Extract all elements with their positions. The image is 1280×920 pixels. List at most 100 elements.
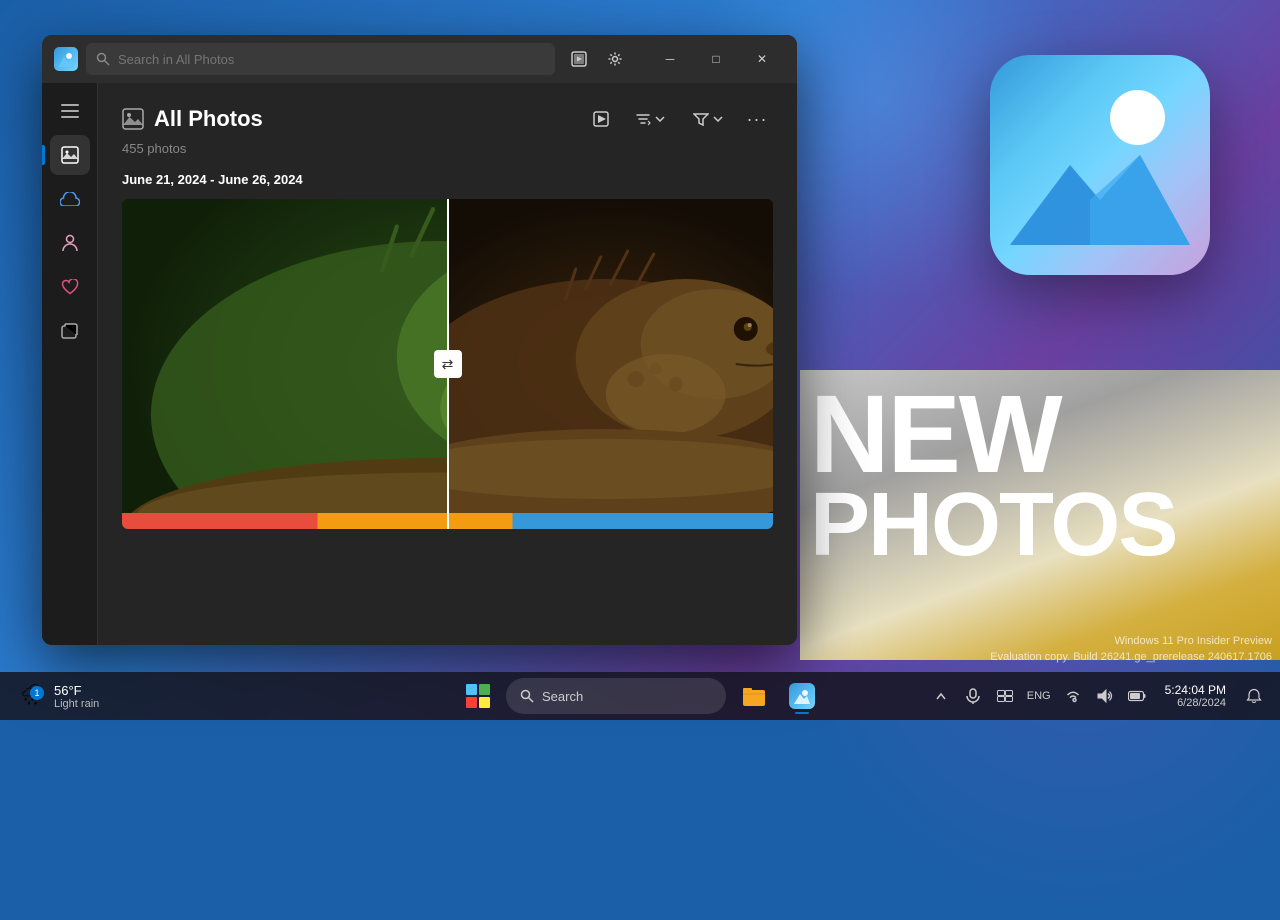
filter-icon [693, 111, 709, 127]
title-bar-actions [563, 43, 631, 75]
sort-button[interactable] [625, 103, 675, 135]
app-icon-small [54, 47, 78, 71]
play-slideshow-button[interactable] [585, 103, 617, 135]
sidebar-item-menu[interactable] [50, 91, 90, 131]
notification-button[interactable] [1240, 682, 1268, 710]
logo-q3 [466, 697, 477, 708]
taskbar-search-text: Search [542, 689, 583, 704]
page-title: All Photos [154, 106, 263, 132]
cloud-icon [60, 192, 80, 206]
comparison-handle[interactable]: ⇄ [434, 350, 462, 378]
tray-taskview[interactable] [991, 682, 1019, 710]
hamburger-icon [61, 104, 79, 118]
tray-battery[interactable] [1123, 682, 1151, 710]
settings-button[interactable] [599, 43, 631, 75]
logo-q4 [479, 697, 490, 708]
photo-right [448, 199, 774, 529]
sidebar-item-photos[interactable] [50, 135, 90, 175]
main-content: All Photos [98, 83, 797, 645]
new-text: NEW [810, 380, 1061, 490]
page-header: All Photos [122, 103, 773, 135]
tray-microphone[interactable] [959, 682, 987, 710]
windows-logo [466, 684, 490, 708]
wifi-icon [1065, 689, 1081, 703]
watermark-line1: Windows 11 Pro Insider Preview [990, 634, 1272, 649]
photos-window: ─ □ ✕ [42, 35, 797, 645]
new-photos-promotion: NEW PHOTOS [800, 370, 1280, 660]
filter-button[interactable] [683, 103, 733, 135]
clock-date: 6/28/2024 [1165, 697, 1226, 709]
slideshow-icon [571, 51, 587, 67]
battery-icon [1128, 690, 1146, 702]
taskbar-search[interactable]: Search [506, 678, 726, 714]
sidebar-item-cloud[interactable] [50, 179, 90, 219]
clock-time: 5:24:04 PM [1165, 683, 1226, 697]
sort-icon [635, 111, 651, 127]
slideshow-button[interactable] [563, 43, 595, 75]
weather-text: 56°F Light rain [54, 683, 99, 710]
logo-q2 [479, 684, 490, 695]
weather-icon: 🌧 1 [20, 682, 48, 710]
watermark-line2: Evaluation copy. Build 26241.ge_prerelea… [990, 650, 1272, 665]
chevron-up-icon [936, 692, 946, 700]
volume-icon [1097, 689, 1113, 703]
window-body: All Photos [42, 83, 797, 645]
more-options-button[interactable]: ··· [741, 103, 773, 135]
maximize-button[interactable]: □ [693, 43, 739, 75]
all-photos-icon [122, 108, 144, 130]
page-actions: ··· [585, 103, 773, 135]
weather-widget[interactable]: 🌧 1 56°F Light rain [12, 678, 107, 714]
weather-badge: 1 [30, 686, 44, 700]
taskbar: 🌧 1 56°F Light rain Searc [0, 672, 1280, 720]
sidebar-item-shared[interactable] [50, 223, 90, 263]
photos-icon-mountain [1010, 145, 1190, 245]
search-input[interactable] [118, 52, 545, 67]
chevron-down-icon [655, 116, 665, 122]
tray-volume[interactable] [1091, 682, 1119, 710]
taskbar-photos-app[interactable] [782, 676, 822, 716]
system-tray: ENG [927, 682, 1151, 710]
taskbar-photos-icon [789, 683, 815, 709]
file-explorer-icon [742, 685, 766, 707]
microphone-icon [966, 688, 980, 704]
close-button[interactable]: ✕ [739, 43, 785, 75]
sidebar [42, 83, 98, 645]
start-button[interactable] [458, 676, 498, 716]
taskbar-search-icon [520, 689, 534, 703]
photos-icon [61, 146, 79, 164]
bell-icon [1246, 688, 1262, 704]
watermark: Windows 11 Pro Insider Preview Evaluatio… [990, 634, 1272, 665]
sidebar-item-favorites[interactable] [50, 267, 90, 307]
photo-comparison[interactable]: ⇄ [122, 199, 773, 529]
date-range: June 21, 2024 - June 26, 2024 [122, 172, 773, 187]
weather-temp: 56°F [54, 683, 99, 698]
shared-icon [61, 234, 79, 252]
window-controls: ─ □ ✕ [647, 43, 785, 75]
taskbar-center: Search [458, 676, 822, 716]
title-bar: ─ □ ✕ [42, 35, 797, 83]
play-icon [593, 111, 609, 127]
search-icon [96, 52, 110, 66]
tray-language[interactable]: ENG [1023, 682, 1055, 710]
weather-desc: Light rain [54, 698, 99, 710]
taskview-icon [997, 690, 1013, 702]
photos-taskbar-svg [794, 688, 810, 704]
albums-icon [61, 323, 79, 339]
photos-icon-background [990, 55, 1210, 275]
taskbar-file-explorer[interactable] [734, 676, 774, 716]
taskbar-right: ENG [927, 681, 1268, 711]
heart-icon [61, 279, 79, 295]
filter-chevron-icon [713, 116, 723, 122]
sidebar-item-albums[interactable] [50, 311, 90, 351]
photos-text: PHOTOS [810, 480, 1176, 570]
photos-app-icon-large [980, 30, 1220, 300]
photos-icon-sun [1110, 90, 1165, 145]
app-icon-svg [58, 51, 74, 67]
tray-wifi[interactable] [1059, 682, 1087, 710]
clock-widget[interactable]: 5:24:04 PM 6/28/2024 [1159, 681, 1232, 711]
minimize-button[interactable]: ─ [647, 43, 693, 75]
search-bar[interactable] [86, 43, 555, 75]
settings-icon [607, 51, 623, 67]
photo-count: 455 photos [122, 141, 773, 156]
tray-chevron[interactable] [927, 682, 955, 710]
